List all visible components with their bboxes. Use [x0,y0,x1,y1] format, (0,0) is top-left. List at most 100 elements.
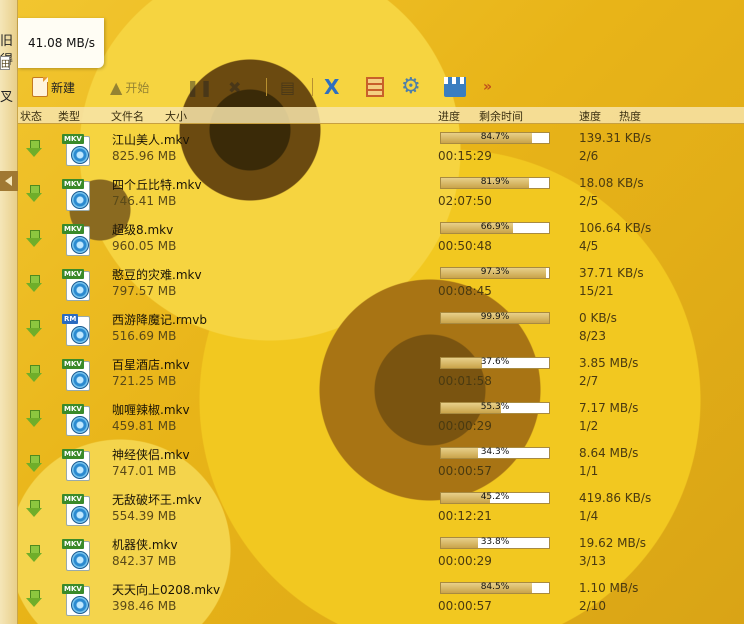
file-type-tag: MKV [62,584,84,594]
file-type-tag: MKV [62,494,84,504]
download-row[interactable]: MKV 江山美人.mkv 825.96 MB 84.7% 00:15:29 13… [18,128,744,173]
file-type-tag: MKV [62,449,84,459]
downloading-arrow-icon [26,590,42,608]
col-remaining[interactable]: 剩余时间 [479,108,523,124]
file-name: 超级8.mkv [112,223,174,237]
col-progress[interactable]: 进度 [438,108,460,124]
col-size[interactable]: 大小 [165,108,187,124]
new-task-button[interactable]: 新建 [32,74,75,100]
progress-percent: 33.8% [480,537,510,547]
progress-bar: 84.7% [440,132,550,144]
heat-count: 1/1 [579,464,599,478]
col-status[interactable]: 状态 [20,108,42,124]
download-speed: 37.71 KB/s [579,266,644,280]
file-size: 825.96 MB [112,149,177,163]
file-name: 四个丘比特.mkv [112,178,202,192]
download-row[interactable]: MKV 百星酒店.mkv 721.25 MB 37.6% 00:01:58 3.… [18,353,744,398]
pause-button[interactable]: ❚❚ [186,74,213,100]
progress-bar: 33.8% [440,537,550,549]
downloading-arrow-icon [26,140,42,158]
download-speed: 3.85 MB/s [579,356,639,370]
more-chevron-icon: » [483,79,493,95]
remaining-time: 00:00:57 [438,464,492,478]
file-size: 960.05 MB [112,239,177,253]
downloading-arrow-icon [26,455,42,473]
heat-count: 1/2 [579,419,599,433]
file-type-tag: MKV [62,224,84,234]
download-speed: 19.62 MB/s [579,536,647,550]
heat-count: 8/23 [579,329,606,343]
heat-count: 1/4 [579,509,599,523]
downloading-arrow-icon [26,500,42,518]
progress-percent: 84.5% [480,582,510,592]
left-panel-text: 叉 [0,90,14,105]
start-button[interactable]: ▲ 开始 [110,74,149,100]
file-size: 398.46 MB [112,599,177,613]
task-list-button[interactable] [366,74,384,100]
file-name: 西游降魔记.rmvb [112,313,207,327]
settings-button[interactable]: ⚙ [401,74,421,100]
download-row[interactable]: MKV 天天向上0208.mkv 398.46 MB 84.5% 00:00:5… [18,578,744,623]
download-row[interactable]: MKV 超级8.mkv 960.05 MB 66.9% 00:50:48 106… [18,218,744,263]
download-row[interactable]: MKV 机器侠.mkv 842.37 MB 33.8% 00:00:29 19.… [18,533,744,578]
heat-count: 3/13 [579,554,606,568]
speed-tooltip: 41.08 MB/s [18,18,104,68]
mkv-file-icon: MKV [62,267,92,301]
file-size: 721.25 MB [112,374,177,388]
mkv-file-icon: MKV [62,177,92,211]
heat-count: 4/5 [579,239,599,253]
download-row[interactable]: MKV 四个丘比特.mkv 746.41 MB 81.9% 02:07:50 1… [18,173,744,218]
col-speed[interactable]: 速度 [579,108,601,124]
heat-count: 2/7 [579,374,599,388]
column-header: 状态 类型 文件名 大小 进度 剩余时间 速度 热度 [18,107,744,124]
download-speed: 7.17 MB/s [579,401,639,415]
download-speed: 139.31 KB/s [579,131,652,145]
remaining-time: 00:00:57 [438,599,492,613]
download-speed: 1.10 MB/s [579,581,639,595]
progress-percent: 97.3% [480,267,510,277]
delete-button[interactable]: ✖ [228,74,241,100]
download-speed: 0 KB/s [579,311,617,325]
col-type[interactable]: 类型 [58,108,80,124]
downloading-arrow-icon [26,275,42,293]
downloading-arrow-icon [26,185,42,203]
download-row[interactable]: MKV 憨豆的灾难.mkv 797.57 MB 97.3% 00:08:45 3… [18,263,744,308]
download-row[interactable]: MKV 神经侠侣.mkv 747.01 MB 34.3% 00:00:57 8.… [18,443,744,488]
remaining-time: 00:08:45 [438,284,492,298]
progress-percent: 55.3% [480,402,510,412]
download-row[interactable]: MKV 无敌破坏王.mkv 554.39 MB 45.2% 00:12:21 4… [18,488,744,533]
heat-count: 2/5 [579,194,599,208]
downloading-arrow-icon [26,230,42,248]
heat-count: 15/21 [579,284,614,298]
left-panel-box-icon[interactable]: 田 [0,56,10,70]
file-name: 无敌破坏王.mkv [112,493,202,507]
file-type-tag: MKV [62,359,84,369]
new-task-label: 新建 [51,80,76,95]
collapse-arrow-icon[interactable] [0,171,18,191]
progress-percent: 45.2% [480,492,510,502]
file-type-tag: MKV [62,134,84,144]
toolbar: 新建 ▲ 开始 ❚❚ ✖ ▤ X ⚙ » [18,70,744,104]
progress-bar: 84.5% [440,582,550,594]
download-speed: 106.64 KB/s [579,221,652,235]
mkv-file-icon: MKV [62,447,92,481]
progress-bar: 45.2% [440,492,550,504]
folder-button[interactable]: ▤ [280,74,295,100]
excel-export-button[interactable]: X [324,74,339,100]
app-store-button[interactable] [444,74,466,100]
col-filename[interactable]: 文件名 [111,108,144,124]
col-heat[interactable]: 热度 [619,108,641,124]
progress-percent: 34.3% [480,447,510,457]
download-row[interactable]: RM 西游降魔记.rmvb 516.69 MB 99.9% 0 KB/s 8/2… [18,308,744,353]
more-button[interactable]: » [483,74,492,100]
remaining-time: 00:50:48 [438,239,492,253]
mkv-file-icon: MKV [62,582,92,616]
toolbar-divider [312,78,313,96]
mkv-file-icon: MKV [62,537,92,571]
file-type-tag: MKV [62,179,84,189]
download-row[interactable]: MKV 咖喱辣椒.mkv 459.81 MB 55.3% 00:00:29 7.… [18,398,744,443]
mkv-file-icon: MKV [62,492,92,526]
mkv-file-icon: MKV [62,132,92,166]
file-size: 554.39 MB [112,509,177,523]
download-speed: 8.64 MB/s [579,446,639,460]
